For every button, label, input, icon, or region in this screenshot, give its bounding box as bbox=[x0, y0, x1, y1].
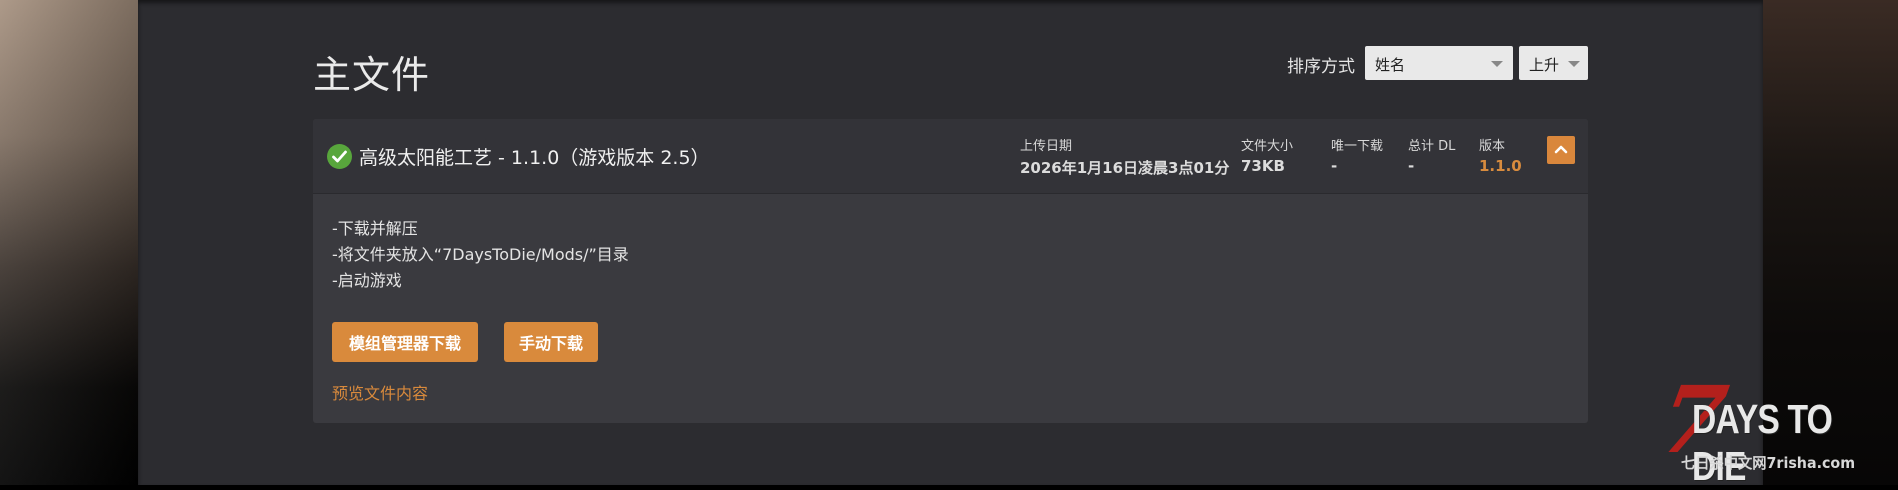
file-title: 高级太阳能工艺 - 1.1.0（游戏版本 2.5） bbox=[359, 147, 710, 169]
sort-label: 排序方式 bbox=[1287, 57, 1355, 77]
total-dl-label: 总计 DL bbox=[1408, 139, 1456, 154]
file-size-meta: 文件大小 73KB bbox=[1241, 135, 1293, 175]
manual-download-button[interactable]: 手动下载 bbox=[504, 322, 598, 362]
version-label: 版本 bbox=[1479, 139, 1506, 154]
file-card: 高级太阳能工艺 - 1.1.0（游戏版本 2.5） 上传日期 2026年1月16… bbox=[313, 119, 1588, 423]
description-line: -下载并解压 bbox=[332, 219, 418, 238]
mod-manager-download-button[interactable]: 模组管理器下载 bbox=[332, 322, 478, 362]
sort-field-select[interactable]: 姓名 bbox=[1365, 46, 1513, 80]
sort-field-value: 姓名 bbox=[1375, 56, 1406, 74]
unique-dl-value: - bbox=[1331, 157, 1338, 175]
upload-date-value: 2026年1月16日凌晨3点01分 bbox=[1020, 159, 1230, 177]
unique-dl-label: 唯一下载 bbox=[1331, 139, 1384, 154]
total-dl-value: - bbox=[1408, 157, 1415, 175]
background-left bbox=[0, 0, 138, 485]
file-header[interactable]: 高级太阳能工艺 - 1.1.0（游戏版本 2.5） 上传日期 2026年1月16… bbox=[313, 119, 1588, 194]
chevron-down-icon bbox=[1568, 61, 1580, 67]
description-line: -将文件夹放入“7DaysToDie/Mods/”目录 bbox=[332, 245, 629, 264]
file-size-value: 73KB bbox=[1241, 157, 1285, 175]
upload-date-meta: 上传日期 2026年1月16日凌晨3点01分 bbox=[1020, 135, 1229, 178]
sort-order-select[interactable]: 上升 bbox=[1519, 46, 1588, 80]
version-value: 1.1.0 bbox=[1479, 157, 1522, 175]
file-size-label: 文件大小 bbox=[1241, 139, 1294, 154]
logo-title: DAYS TO DIE bbox=[1692, 396, 1833, 489]
collapse-button[interactable] bbox=[1547, 136, 1575, 164]
page-title: 主文件 bbox=[313, 53, 431, 97]
unique-dl-meta: 唯一下载 - bbox=[1331, 135, 1383, 175]
description-line: -启动游戏 bbox=[332, 271, 402, 290]
upload-date-label: 上传日期 bbox=[1020, 139, 1073, 154]
sort-order-value: 上升 bbox=[1529, 56, 1560, 74]
chevron-down-icon bbox=[1491, 61, 1503, 67]
logo-subtitle: 七日杀中文网7risha.com bbox=[1681, 454, 1856, 472]
chevron-up-icon bbox=[1554, 145, 1568, 154]
file-description: -下载并解压 -将文件夹放入“7DaysToDie/Mods/”目录 -启动游戏 bbox=[332, 216, 629, 294]
total-dl-meta: 总计 DL - bbox=[1408, 135, 1455, 175]
preview-file-contents-link[interactable]: 预览文件内容 bbox=[332, 380, 428, 404]
game-logo: 7 DAYS TO DIE 七日杀中文网7risha.com bbox=[1651, 366, 1898, 489]
check-circle-icon bbox=[327, 144, 352, 169]
version-meta: 版本 1.1.0 bbox=[1479, 135, 1522, 175]
